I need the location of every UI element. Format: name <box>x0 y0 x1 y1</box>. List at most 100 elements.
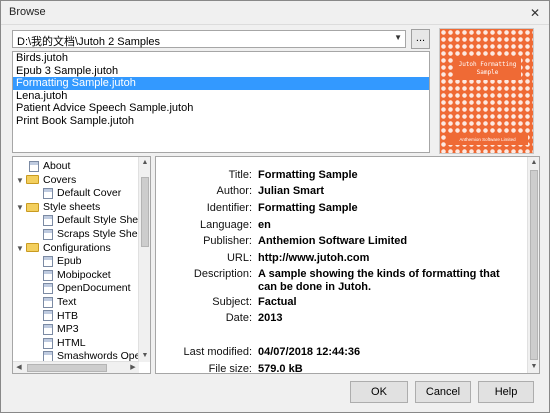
close-icon[interactable]: ✕ <box>527 5 543 21</box>
chevron-down-icon[interactable]: ▼ <box>16 201 24 214</box>
document-icon <box>43 323 53 335</box>
title-bar: Browse ✕ <box>1 1 549 25</box>
dialog-title: Browse <box>9 6 46 18</box>
details-vscroll-thumb[interactable] <box>530 170 538 360</box>
scroll-down-icon[interactable]: ▼ <box>139 350 150 362</box>
tree-horizontal-scrollbar[interactable]: ◀ ▶ <box>13 361 139 373</box>
scroll-down-icon[interactable]: ▼ <box>528 361 539 373</box>
detail-value: 04/07/2018 12:44:36 <box>258 346 361 358</box>
detail-label: URL: <box>226 252 252 264</box>
detail-value: Julian Smart <box>258 185 325 197</box>
folder-icon <box>26 175 39 185</box>
tree-item[interactable]: MP3 <box>43 323 79 336</box>
tree-item[interactable]: Default Style Sheet <box>43 214 147 227</box>
tree-item[interactable]: ▼ Covers <box>16 173 77 187</box>
detail-value: Formatting Sample <box>258 169 358 181</box>
document-icon <box>43 283 53 295</box>
tree-item-label: OpenDocument <box>57 282 131 295</box>
detail-label: File size: <box>208 363 252 374</box>
cover-title: Jutoh Formatting Sample <box>454 58 521 80</box>
chevron-down-icon[interactable]: ▼ <box>16 242 24 255</box>
detail-label: Description: <box>193 268 252 280</box>
file-list-item[interactable]: Birds.jutoh <box>13 52 429 65</box>
detail-label: Subject: <box>212 296 252 308</box>
scroll-right-icon[interactable]: ▶ <box>127 362 139 373</box>
file-list-item[interactable]: Print Book Sample.jutoh <box>13 115 429 128</box>
detail-value: en <box>258 219 271 231</box>
tree-item-label: MP3 <box>57 323 79 336</box>
document-icon <box>43 255 53 267</box>
tree-item-label: About <box>43 160 71 172</box>
tree-item[interactable]: Default Cover <box>43 187 121 200</box>
document-icon <box>43 269 53 281</box>
document-icon <box>43 337 53 349</box>
detail-label: Date: <box>225 312 252 324</box>
tree-item-label: Covers <box>43 173 77 186</box>
detail-label: Publisher: <box>203 235 252 247</box>
browse-dialog: Browse ✕ D:\我的文档\Jutoh 2 Samples ▼ ... B… <box>0 0 550 413</box>
tree-item[interactable]: Mobipocket <box>43 269 111 282</box>
tree-item[interactable]: About <box>29 160 70 173</box>
folder-icon <box>26 202 39 212</box>
detail-label: Identifier: <box>206 202 252 214</box>
file-list-item[interactable]: Epub 3 Sample.jutoh <box>13 65 429 78</box>
tree-item-label: Scraps Style Sheet <box>57 228 147 240</box>
tree-item[interactable]: ▼ Style sheets <box>16 200 101 214</box>
details-vertical-scrollbar[interactable]: ▲ ▼ <box>527 157 539 373</box>
detail-value: A sample showing the kinds of formatting… <box>258 268 500 293</box>
project-file-list[interactable]: Birds.jutoh Epub 3 Sample.jutoh Formatting… <box>12 51 430 153</box>
project-details-panel: Title: Formatting Sample Author: Julian Sma… <box>155 156 540 374</box>
detail-value: Formatting Sample <box>258 202 358 214</box>
document-icon <box>43 215 53 227</box>
file-list-item[interactable]: Patient Advice Speech Sample.jutoh <box>13 102 429 115</box>
tree-item-label: Epub <box>57 255 82 268</box>
folder-icon <box>26 243 39 253</box>
tree-item[interactable]: ▼ Configurations <box>16 241 111 255</box>
tree-item[interactable]: OpenDocument <box>43 282 131 295</box>
detail-value: http://www.jutoh.com <box>258 252 370 264</box>
tree-item[interactable]: Scraps Style Sheet <box>43 228 146 241</box>
tree-item-label: Mobipocket <box>57 268 111 281</box>
cover-preview: Jutoh Formatting Sample Anthemion Softwa… <box>439 28 534 154</box>
document-icon <box>43 296 53 308</box>
project-tree[interactable]: About ▼ Covers Default Cover ▼ Style sheets De… <box>12 156 151 374</box>
tree-item[interactable]: HTML <box>43 337 86 350</box>
detail-value: Factual <box>258 296 297 308</box>
scroll-up-icon[interactable]: ▲ <box>139 157 150 169</box>
browse-folder-button[interactable]: ... <box>411 29 430 49</box>
tree-item[interactable]: Epub <box>43 255 82 268</box>
tree-hscroll-thumb[interactable] <box>27 364 107 372</box>
tree-item-label: HTML <box>57 336 86 349</box>
document-icon <box>43 310 53 322</box>
detail-value: 579.0 kB <box>258 363 303 374</box>
ok-button[interactable]: OK <box>350 381 408 403</box>
tree-item-label: Default Cover <box>57 187 122 200</box>
tree-item-label: HTB <box>57 309 78 322</box>
folder-path-value: D:\我的文档\Jutoh 2 Samples <box>17 36 161 48</box>
detail-label: Last modified: <box>183 346 252 358</box>
tree-item[interactable]: Text <box>43 296 76 309</box>
file-list-item[interactable]: Formatting Sample.jutoh <box>13 77 429 90</box>
detail-value: Anthemion Software Limited <box>258 235 408 247</box>
chevron-down-icon[interactable]: ▼ <box>16 174 24 187</box>
scroll-up-icon[interactable]: ▲ <box>528 157 539 169</box>
tree-item-label: Style sheets <box>43 200 101 213</box>
chevron-down-icon[interactable]: ▼ <box>394 33 402 42</box>
scroll-left-icon[interactable]: ◀ <box>13 362 25 373</box>
document-icon <box>43 228 53 240</box>
cover-author: Anthemion Software Limited <box>447 135 528 145</box>
document-icon <box>29 160 39 172</box>
detail-label: Author: <box>216 185 252 197</box>
help-button[interactable]: Help <box>478 381 534 403</box>
cancel-button[interactable]: Cancel <box>415 381 471 403</box>
tree-vertical-scrollbar[interactable]: ▲ ▼ <box>138 157 150 362</box>
tree-item-label: Text <box>57 296 77 308</box>
tree-vscroll-thumb[interactable] <box>141 177 149 247</box>
tree-item-label: Configurations <box>43 241 111 254</box>
file-list-item[interactable]: Lena.jutoh <box>13 90 429 103</box>
tree-item[interactable]: HTB <box>43 310 78 323</box>
detail-value: 2013 <box>258 312 283 324</box>
document-icon <box>43 187 53 199</box>
tree-item-label: Default Style Sheet <box>57 214 147 227</box>
folder-path-dropdown[interactable]: D:\我的文档\Jutoh 2 Samples ▼ <box>12 30 406 48</box>
